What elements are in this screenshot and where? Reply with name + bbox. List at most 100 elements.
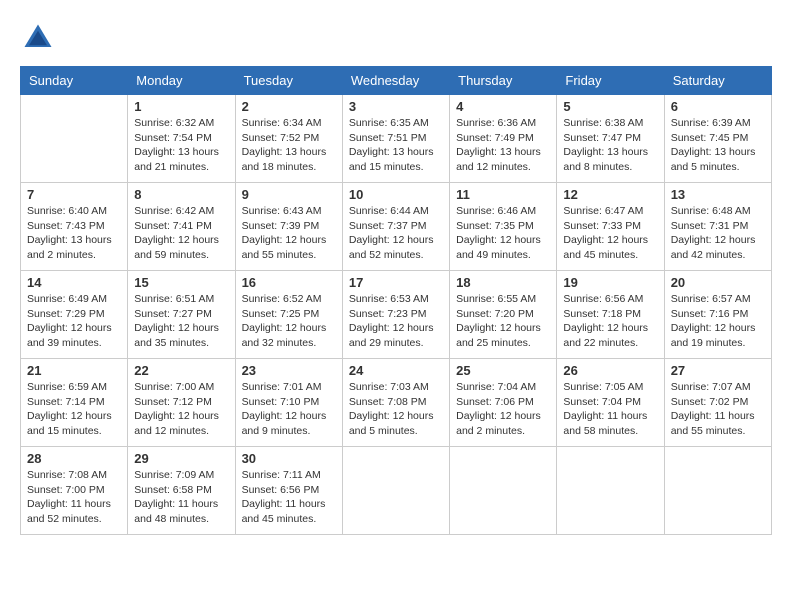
calendar-week-row: 28 Sunrise: 7:08 AM Sunset: 7:00 PM Dayli… [21,447,772,535]
weekday-header-wednesday: Wednesday [342,67,449,95]
day-number: 19 [563,275,657,290]
weekday-header-thursday: Thursday [450,67,557,95]
calendar-cell: 4Sunrise: 6:36 AM Sunset: 7:49 PM Daylig… [450,95,557,183]
day-info: Sunrise: 6:57 AM Sunset: 7:16 PM Dayligh… [671,292,765,351]
day-info: Sunrise: 6:43 AM Sunset: 7:39 PM Dayligh… [242,204,336,263]
day-info: Sunrise: 6:52 AM Sunset: 7:25 PM Dayligh… [242,292,336,351]
weekday-header-friday: Friday [557,67,664,95]
calendar-cell: 26Sunrise: 7:05 AM Sunset: 7:04 PM Dayli… [557,359,664,447]
day-info: Sunrise: 6:53 AM Sunset: 7:23 PM Dayligh… [349,292,443,351]
day-info: Sunrise: 6:49 AM Sunset: 7:29 PM Dayligh… [27,292,121,351]
calendar-cell: 28 Sunrise: 7:08 AM Sunset: 7:00 PM Dayli… [21,447,128,535]
day-info: Sunrise: 6:56 AM Sunset: 7:18 PM Dayligh… [563,292,657,351]
day-number: 30 [242,451,336,466]
day-number: 10 [349,187,443,202]
calendar-header-row: SundayMondayTuesdayWednesdayThursdayFrid… [21,67,772,95]
day-number: 28 [27,451,121,466]
day-info: Sunrise: 6:44 AM Sunset: 7:37 PM Dayligh… [349,204,443,263]
calendar-cell: 22 Sunrise: 7:00 AM Sunset: 7:12 PM Dayli… [128,359,235,447]
day-number: 8 [134,187,228,202]
weekday-header-saturday: Saturday [664,67,771,95]
calendar-cell: 16 Sunrise: 6:52 AM Sunset: 7:25 PM Dayli… [235,271,342,359]
calendar-cell: 1 Sunrise: 6:32 AM Sunset: 7:54 PM Daylig… [128,95,235,183]
calendar-cell: 10 Sunrise: 6:44 AM Sunset: 7:37 PM Dayli… [342,183,449,271]
day-number: 13 [671,187,765,202]
calendar-cell [342,447,449,535]
calendar-cell [450,447,557,535]
day-number: 25 [456,363,550,378]
calendar-cell: 5 Sunrise: 6:38 AM Sunset: 7:47 PM Daylig… [557,95,664,183]
day-number: 20 [671,275,765,290]
day-info: Sunrise: 6:40 AM Sunset: 7:43 PM Dayligh… [27,204,121,263]
day-number: 9 [242,187,336,202]
calendar-cell: 20 Sunrise: 6:57 AM Sunset: 7:16 PM Dayli… [664,271,771,359]
weekday-header-monday: Monday [128,67,235,95]
day-number: 21 [27,363,121,378]
day-number: 1 [134,99,228,114]
day-info: Sunrise: 7:09 AM Sunset: 6:58 PM Dayligh… [134,468,228,527]
day-info: Sunrise: 6:38 AM Sunset: 7:47 PM Dayligh… [563,116,657,175]
day-info: Sunrise: 7:08 AM Sunset: 7:00 PM Dayligh… [27,468,121,527]
calendar-cell: 29 Sunrise: 7:09 AM Sunset: 6:58 PM Dayli… [128,447,235,535]
calendar-cell: 9 Sunrise: 6:43 AM Sunset: 7:39 PM Daylig… [235,183,342,271]
day-info: Sunrise: 7:07 AM Sunset: 7:02 PM Dayligh… [671,380,765,439]
day-number: 6 [671,99,765,114]
day-info: Sunrise: 6:59 AM Sunset: 7:14 PM Dayligh… [27,380,121,439]
day-info: Sunrise: 7:11 AM Sunset: 6:56 PM Dayligh… [242,468,336,527]
calendar-week-row: 21 Sunrise: 6:59 AM Sunset: 7:14 PM Dayli… [21,359,772,447]
day-number: 27 [671,363,765,378]
calendar-cell: 7Sunrise: 6:40 AM Sunset: 7:43 PM Daylig… [21,183,128,271]
calendar-week-row: 14 Sunrise: 6:49 AM Sunset: 7:29 PM Dayli… [21,271,772,359]
calendar-cell [664,447,771,535]
calendar-cell [557,447,664,535]
day-number: 29 [134,451,228,466]
calendar-cell: 27 Sunrise: 7:07 AM Sunset: 7:02 PM Dayli… [664,359,771,447]
weekday-header-tuesday: Tuesday [235,67,342,95]
day-number: 5 [563,99,657,114]
day-number: 23 [242,363,336,378]
calendar-cell: 8 Sunrise: 6:42 AM Sunset: 7:41 PM Daylig… [128,183,235,271]
page-header [20,20,772,56]
day-info: Sunrise: 6:35 AM Sunset: 7:51 PM Dayligh… [349,116,443,175]
calendar-cell: 11 Sunrise: 6:46 AM Sunset: 7:35 PM Dayli… [450,183,557,271]
day-info: Sunrise: 6:55 AM Sunset: 7:20 PM Dayligh… [456,292,550,351]
day-info: Sunrise: 6:46 AM Sunset: 7:35 PM Dayligh… [456,204,550,263]
day-number: 15 [134,275,228,290]
day-info: Sunrise: 6:47 AM Sunset: 7:33 PM Dayligh… [563,204,657,263]
day-info: Sunrise: 6:39 AM Sunset: 7:45 PM Dayligh… [671,116,765,175]
day-info: Sunrise: 7:00 AM Sunset: 7:12 PM Dayligh… [134,380,228,439]
day-info: Sunrise: 6:34 AM Sunset: 7:52 PM Dayligh… [242,116,336,175]
day-info: Sunrise: 7:03 AM Sunset: 7:08 PM Dayligh… [349,380,443,439]
calendar-cell: 17Sunrise: 6:53 AM Sunset: 7:23 PM Dayli… [342,271,449,359]
calendar-cell: 6 Sunrise: 6:39 AM Sunset: 7:45 PM Daylig… [664,95,771,183]
day-number: 16 [242,275,336,290]
day-number: 11 [456,187,550,202]
calendar-cell: 15 Sunrise: 6:51 AM Sunset: 7:27 PM Dayli… [128,271,235,359]
day-number: 24 [349,363,443,378]
day-info: Sunrise: 6:51 AM Sunset: 7:27 PM Dayligh… [134,292,228,351]
calendar-cell: 13Sunrise: 6:48 AM Sunset: 7:31 PM Dayli… [664,183,771,271]
calendar-cell: 21 Sunrise: 6:59 AM Sunset: 7:14 PM Dayli… [21,359,128,447]
day-info: Sunrise: 6:42 AM Sunset: 7:41 PM Dayligh… [134,204,228,263]
day-info: Sunrise: 6:32 AM Sunset: 7:54 PM Dayligh… [134,116,228,175]
calendar-table: SundayMondayTuesdayWednesdayThursdayFrid… [20,66,772,535]
day-number: 3 [349,99,443,114]
day-info: Sunrise: 7:05 AM Sunset: 7:04 PM Dayligh… [563,380,657,439]
calendar-week-row: 7Sunrise: 6:40 AM Sunset: 7:43 PM Daylig… [21,183,772,271]
day-number: 22 [134,363,228,378]
calendar-cell: 30 Sunrise: 7:11 AM Sunset: 6:56 PM Dayli… [235,447,342,535]
calendar-cell: 2 Sunrise: 6:34 AM Sunset: 7:52 PM Daylig… [235,95,342,183]
calendar-cell: 3 Sunrise: 6:35 AM Sunset: 7:51 PM Daylig… [342,95,449,183]
logo [20,20,60,56]
day-number: 14 [27,275,121,290]
calendar-cell: 19 Sunrise: 6:56 AM Sunset: 7:18 PM Dayli… [557,271,664,359]
day-number: 4 [456,99,550,114]
day-number: 12 [563,187,657,202]
calendar-cell: 24 Sunrise: 7:03 AM Sunset: 7:08 PM Dayli… [342,359,449,447]
calendar-cell: 18Sunrise: 6:55 AM Sunset: 7:20 PM Dayli… [450,271,557,359]
calendar-cell: 25 Sunrise: 7:04 AM Sunset: 7:06 PM Dayli… [450,359,557,447]
day-info: Sunrise: 7:01 AM Sunset: 7:10 PM Dayligh… [242,380,336,439]
calendar-cell: 23 Sunrise: 7:01 AM Sunset: 7:10 PM Dayli… [235,359,342,447]
day-info: Sunrise: 7:04 AM Sunset: 7:06 PM Dayligh… [456,380,550,439]
day-number: 2 [242,99,336,114]
